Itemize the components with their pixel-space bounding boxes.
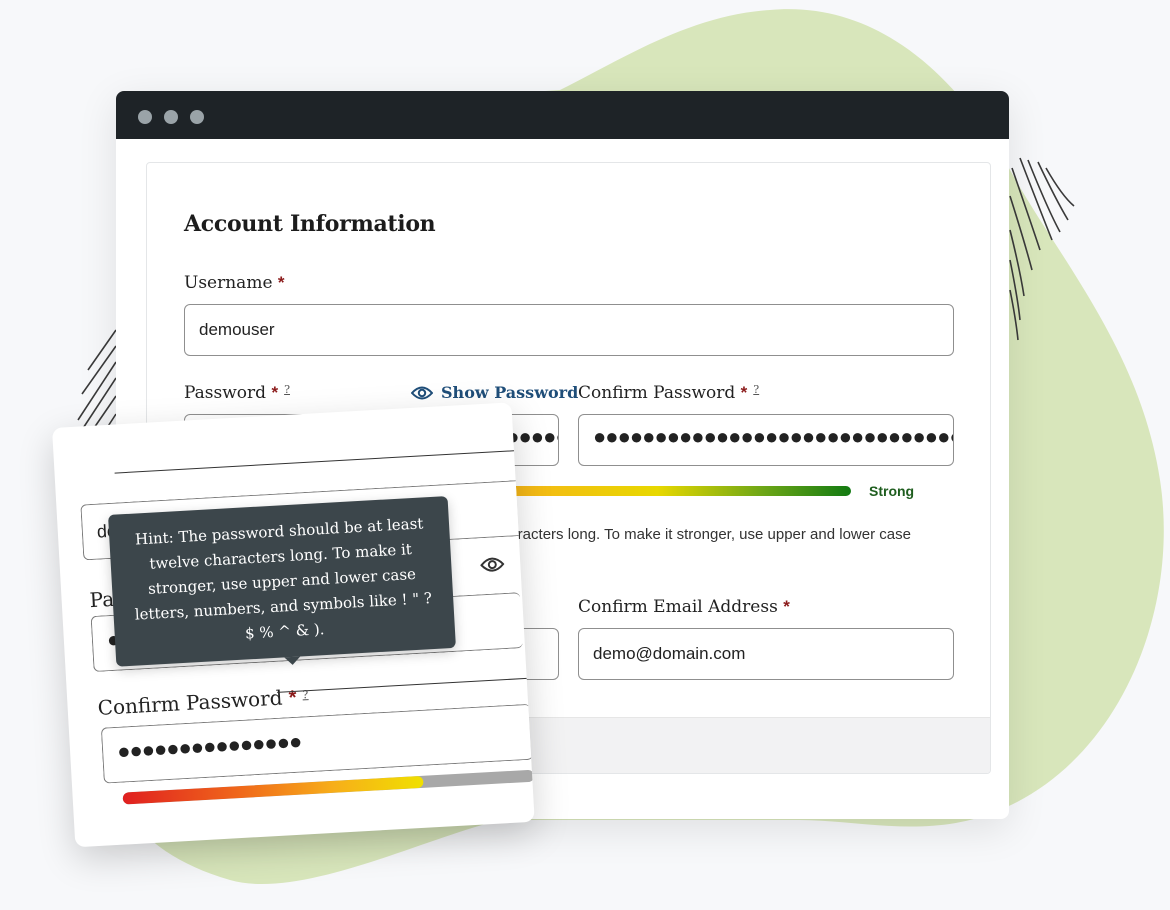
- confirm-password-input[interactable]: ●●●●●●●●●●●●●●●●●●●●●●●●●●●●●●●●●●●●●●●●…: [578, 414, 954, 466]
- form-title: Account Information: [184, 211, 436, 237]
- confirm-password-help-link[interactable]: ?: [753, 383, 759, 396]
- window-dot[interactable]: [164, 110, 178, 124]
- show-password-toggle[interactable]: Show Password: [411, 383, 578, 402]
- window-dot[interactable]: [138, 110, 152, 124]
- password-strength-meter: [499, 486, 851, 496]
- strength-label: Strong: [869, 483, 915, 499]
- divider: [114, 450, 515, 474]
- confirm-email-input[interactable]: demo@domain.com: [578, 628, 954, 680]
- divider: [277, 677, 527, 693]
- eye-icon[interactable]: [480, 555, 505, 574]
- confirm-email-label: Confirm Email Address *: [578, 597, 790, 617]
- window-titlebar: [116, 91, 1009, 139]
- eye-icon: [411, 386, 433, 399]
- confirm-password-label: Confirm Password *?: [578, 383, 760, 403]
- window-dot[interactable]: [190, 110, 204, 124]
- password-hint-text: haracters long. To make it stronger, use…: [501, 526, 911, 543]
- zoom-confirm-password-label: Confirm Password *?: [97, 685, 309, 720]
- zoom-strength-fill: [122, 775, 424, 805]
- password-help-link[interactable]: ?: [284, 383, 290, 396]
- username-input[interactable]: demouser: [184, 304, 954, 356]
- password-hint-tooltip: Hint: The password should be at least tw…: [108, 496, 456, 667]
- username-label: Username *: [184, 273, 285, 293]
- password-label: Password *?: [184, 383, 290, 403]
